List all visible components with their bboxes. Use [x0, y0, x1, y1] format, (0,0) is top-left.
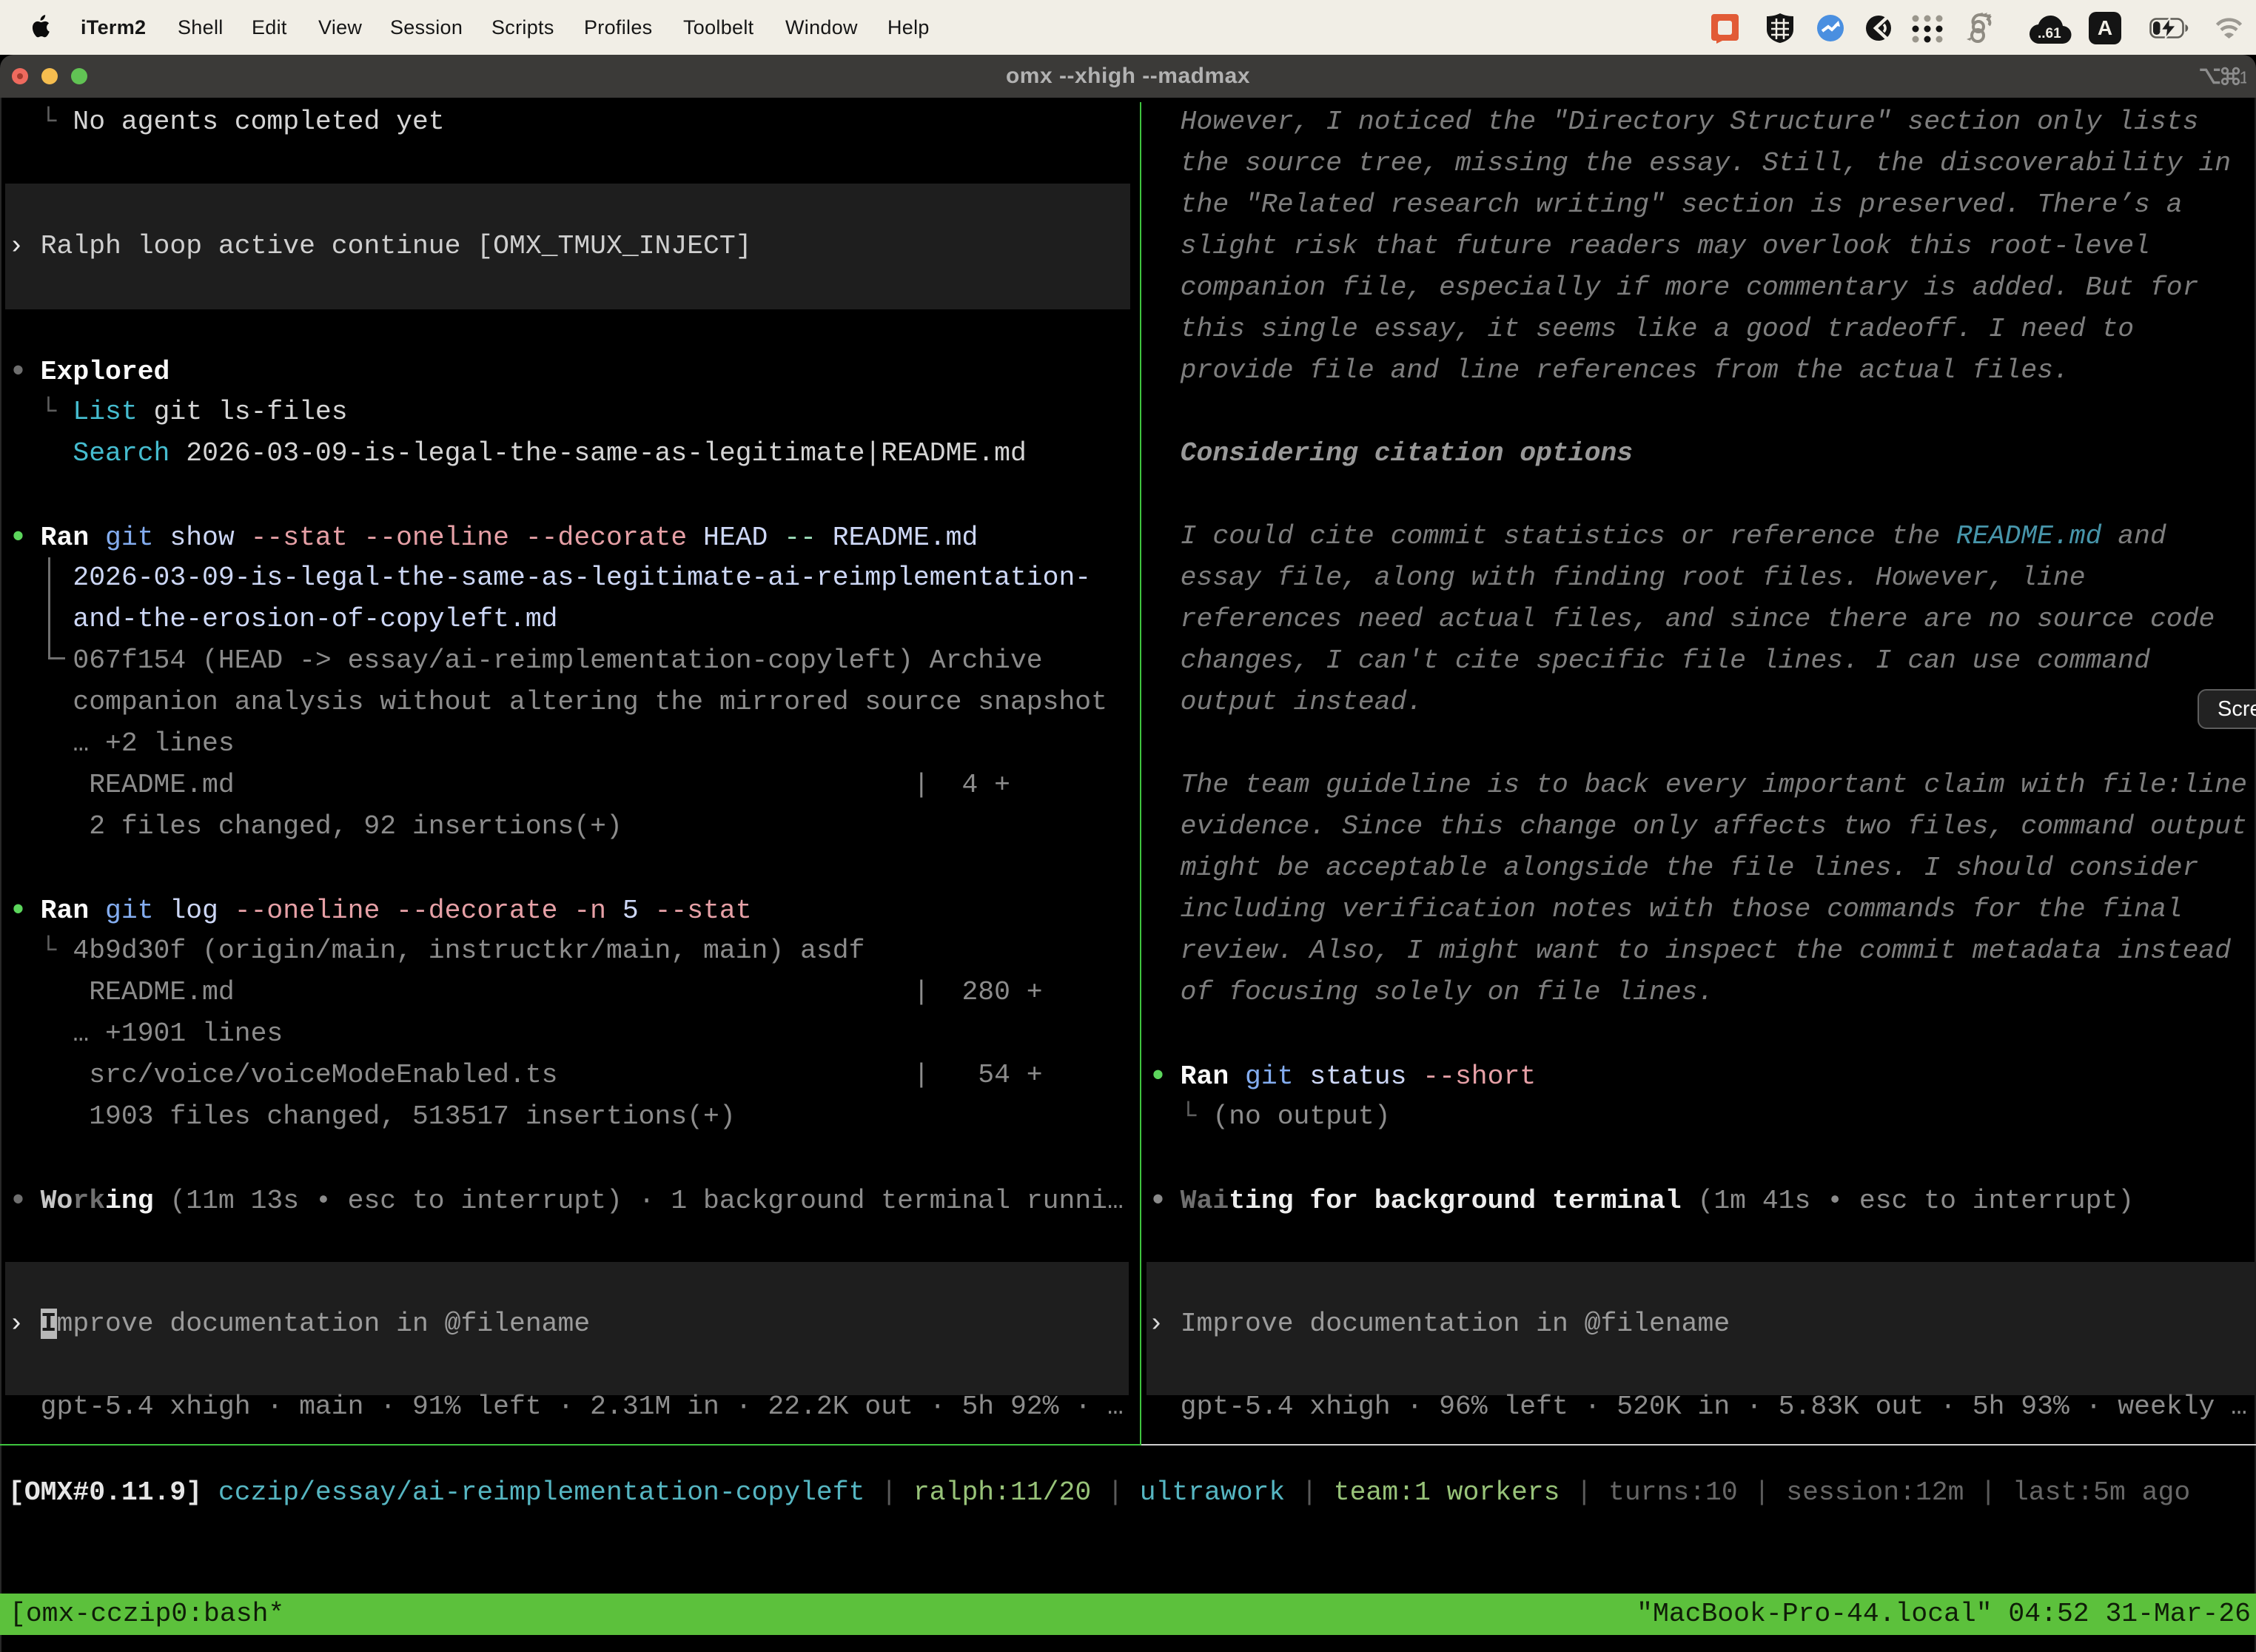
svg-text:..61: ..61: [2038, 26, 2061, 41]
svg-text:1: 1: [2240, 67, 2247, 86]
